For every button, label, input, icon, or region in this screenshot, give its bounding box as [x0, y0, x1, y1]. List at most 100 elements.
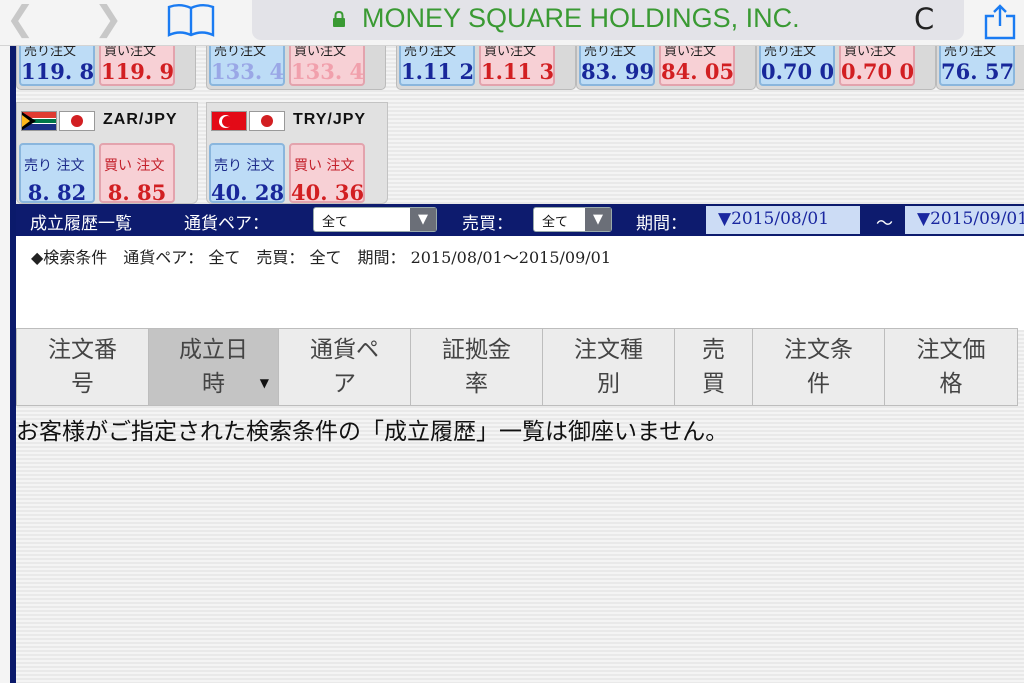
pair-label: TRY/JPY: [211, 109, 387, 133]
sell-price: 40. 28: [211, 180, 285, 203]
sell-price: 76. 57: [941, 59, 1015, 84]
address-bar[interactable]: MONEY SQUARE HOLDINGS, INC. C: [252, 0, 964, 40]
sell-price: 83. 99: [581, 59, 655, 84]
rate-tile: 売り注文0.70 04買い注文0.70 09: [756, 46, 936, 90]
side-select-value: 全て: [542, 215, 569, 230]
rate-tile: 売り注文119. 88買い注文119. 92: [16, 46, 196, 90]
column-header-label: 注文種 別: [574, 337, 643, 397]
chevron-left-icon[interactable]: ❮: [6, 2, 35, 36]
za-flag-icon: [21, 111, 57, 131]
sell-order-button[interactable]: 売り注文0.70 04: [759, 46, 835, 86]
sell-order-label: 売り注文: [584, 46, 637, 59]
period-label: 期間：: [636, 214, 687, 234]
sort-desc-icon: ▼: [259, 376, 269, 390]
sell-order-button[interactable]: 売り注文 76. 57: [939, 46, 1015, 86]
sell-order-button[interactable]: 売り注文 83. 99: [579, 46, 655, 86]
sell-order-button[interactable]: 売り注文133. 44: [209, 46, 285, 86]
pair-select-value: 全て: [322, 215, 349, 230]
column-header[interactable]: 売 買: [675, 329, 753, 405]
rate-row-1: 売り注文119. 88買い注文119. 92売り注文133. 44買い注文133…: [16, 46, 1024, 90]
jp-flag-icon: [249, 111, 285, 131]
tilde-separator: 〜: [876, 214, 893, 234]
column-header[interactable]: 通貨ペ ア: [279, 329, 411, 405]
buy-price: 40. 36: [291, 180, 365, 203]
rate-tile: 売り注文 83. 99 買い注文 84. 05: [576, 46, 756, 90]
buy-price: 8. 85: [107, 180, 167, 203]
sell-order-button[interactable]: 売り 注文 40. 28: [209, 143, 285, 203]
rate-tile: 売り注文1.11 28買い注文1.11 33: [396, 46, 576, 90]
sell-order-button[interactable]: 売り 注文 8. 82: [19, 143, 95, 203]
buy-price: 1.11 33: [481, 59, 555, 84]
pair-filter-label: 通貨ペア：: [184, 214, 269, 234]
sell-order-button[interactable]: 売り注文1.11 28: [399, 46, 475, 86]
no-results-message: お客様がご指定された検索条件の「成立履歴」一覧は御座いません。: [16, 419, 729, 445]
buy-order-label: 買い注文: [844, 46, 897, 59]
search-conditions-panel: ◆検索条件 通貨ペア： 全て 売買： 全て 期間： 2015/08/01〜201…: [16, 236, 1024, 330]
sell-order-label: 売り注文: [764, 46, 817, 59]
sell-price: 8. 82: [27, 180, 87, 203]
buy-order-label: 買い注文: [294, 46, 347, 59]
column-header-label: 売 買: [702, 337, 725, 397]
sell-price: 0.70 04: [761, 59, 835, 84]
jp-flag-icon: [59, 111, 95, 131]
buy-order-button[interactable]: 買い注文 84. 05: [659, 46, 735, 86]
history-content: ◆検索条件 通貨ペア： 全て 売買： 全て 期間： 2015/08/01〜201…: [16, 236, 1024, 683]
column-header[interactable]: 注文価 格: [885, 329, 1017, 405]
left-edge-bar: [10, 46, 16, 683]
buy-order-button[interactable]: 買い注文0.70 09: [839, 46, 915, 86]
rate-tile: 売り注文133. 44買い注文133. 49: [206, 46, 386, 90]
column-header[interactable]: 注文番 号: [17, 329, 149, 405]
buy-order-label: 買い注文: [664, 46, 717, 59]
buy-order-button[interactable]: 買い注文119. 92: [99, 46, 175, 86]
side-filter-label: 売買：: [462, 214, 513, 234]
rate-tile-zar-jpy: ZAR/JPY 売り 注文 8. 82 買い 注文 8. 85: [16, 102, 198, 204]
buy-order-button[interactable]: 買い 注文 40. 36: [289, 143, 365, 203]
browser-toolbar: ❮ ❯ MONEY SQUARE HOLDINGS, INC. C: [0, 0, 1024, 46]
column-header-label: 成立日 時: [179, 337, 248, 397]
sell-price: 119. 88: [21, 59, 95, 84]
buy-order-button[interactable]: 買い注文1.11 33: [479, 46, 555, 86]
chevron-down-icon: ▼: [410, 208, 436, 231]
sell-price: 133. 44: [211, 59, 285, 84]
column-header-label: 注文番 号: [48, 337, 117, 397]
buy-price: 133. 49: [291, 59, 365, 84]
column-header[interactable]: 注文条 件: [753, 329, 885, 405]
buy-order-button[interactable]: 買い注文133. 49: [289, 46, 365, 86]
sell-order-label: 売り注文: [944, 46, 997, 59]
buy-price: 0.70 09: [841, 59, 915, 84]
pair-label: ZAR/JPY: [21, 109, 197, 133]
page-title: MONEY SQUARE HOLDINGS, INC.: [362, 3, 800, 33]
lock-icon: [333, 11, 345, 27]
pair-name: ZAR/JPY: [103, 111, 178, 128]
left-edge: [0, 46, 16, 683]
column-header[interactable]: 成立日 時 ▼: [149, 329, 279, 405]
history-title: 成立履歴一覧: [30, 214, 132, 234]
reload-icon[interactable]: C: [914, 3, 934, 35]
column-header-label: 証拠金 率: [442, 337, 511, 397]
book-icon[interactable]: [166, 4, 216, 38]
rate-tile-try-jpy: TRY/JPY 売り 注文 40. 28 買い 注文 40. 36: [206, 102, 388, 204]
column-header[interactable]: 証拠金 率: [411, 329, 543, 405]
share-icon[interactable]: [983, 4, 1017, 40]
tr-flag-icon: [211, 111, 247, 131]
sell-price: 1.11 28: [401, 59, 475, 84]
column-header-label: 注文価 格: [916, 337, 986, 397]
pair-name: TRY/JPY: [293, 111, 367, 128]
pair-select[interactable]: 全て ▼: [313, 207, 437, 232]
date-to-button[interactable]: ▼2015/09/01: [905, 206, 1024, 234]
side-select[interactable]: 全て ▼: [533, 207, 612, 232]
rate-board: 売り注文119. 88買い注文119. 92売り注文133. 44買い注文133…: [16, 46, 1024, 204]
buy-order-label: 買い注文: [104, 46, 157, 59]
date-from-button[interactable]: ▼2015/08/01: [706, 206, 860, 234]
sell-order-label: 売り注文: [24, 46, 77, 59]
chevron-down-icon: ▼: [585, 208, 611, 231]
sell-order-button[interactable]: 売り注文119. 88: [19, 46, 95, 86]
history-filter-bar: 成立履歴一覧 通貨ペア： 全て ▼ 売買： 全て ▼ 期間： ▼2015/08/…: [16, 204, 1024, 236]
buy-order-button[interactable]: 買い 注文 8. 85: [99, 143, 175, 203]
sell-order-label: 売り注文: [404, 46, 457, 59]
sell-order-label: 売り注文: [214, 46, 267, 59]
column-header[interactable]: 注文種 別: [543, 329, 675, 405]
column-header-label: 通貨ペ ア: [310, 337, 379, 397]
chevron-right-icon[interactable]: ❯: [94, 2, 123, 36]
column-header-label: 注文条 件: [784, 337, 853, 397]
